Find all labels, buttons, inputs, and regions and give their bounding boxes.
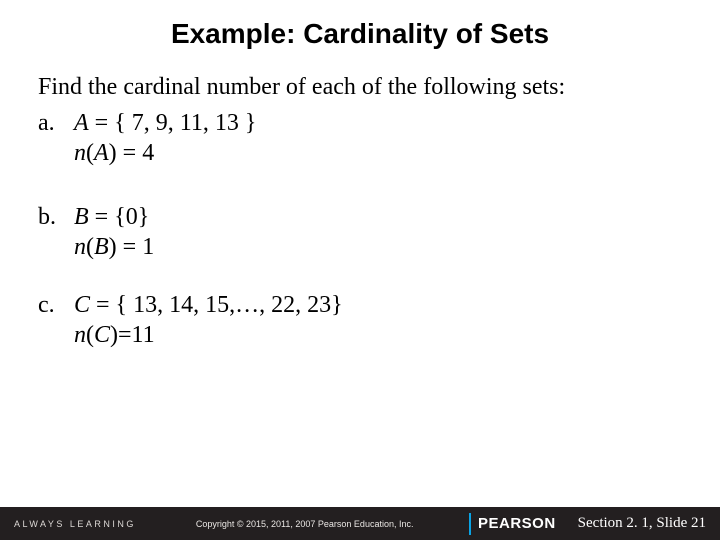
set-definition: = { 7, 9, 11, 13 } xyxy=(89,110,257,136)
set-variable: A xyxy=(74,110,89,136)
n-function: n xyxy=(74,322,86,348)
pearson-logo: PEARSON xyxy=(469,513,556,535)
set-variable: C xyxy=(74,292,90,318)
n-function: n xyxy=(74,140,86,166)
list-item: a. A = { 7, 9, 11, 13 } n(A) = 4 xyxy=(38,108,698,168)
n-value: ) = 4 xyxy=(109,140,155,166)
item-marker: a. xyxy=(38,108,74,138)
n-variable: C xyxy=(94,322,110,348)
item-marker: c. xyxy=(38,290,74,320)
item-cardinality: n(B) = 1 xyxy=(74,232,698,262)
item-cardinality: n(A) = 4 xyxy=(74,138,698,168)
n-variable: A xyxy=(94,140,109,166)
slide-body: Find the cardinal number of each of the … xyxy=(0,72,720,507)
slide-number: Section 2. 1, Slide 21 xyxy=(578,515,706,532)
copyright-text: Copyright © 2015, 2011, 2007 Pearson Edu… xyxy=(196,519,414,529)
n-value: ) = 1 xyxy=(109,234,155,260)
list-item: b. B = {0} n(B) = 1 xyxy=(38,202,698,262)
item-set: C = { 13, 14, 15,…, 22, 23} xyxy=(74,290,698,320)
slide: Example: Cardinality of Sets Find the ca… xyxy=(0,0,720,540)
item-marker: b. xyxy=(38,202,74,232)
set-definition: = {0} xyxy=(89,204,150,230)
always-learning-text: ALWAYS LEARNING xyxy=(14,519,136,529)
footer-bar: ALWAYS LEARNING Copyright © 2015, 2011, … xyxy=(0,507,720,540)
n-variable: B xyxy=(94,234,109,260)
slide-title: Example: Cardinality of Sets xyxy=(0,18,720,50)
n-function: n xyxy=(74,234,86,260)
item-cardinality: n(C)=11 xyxy=(74,320,698,350)
intro-text: Find the cardinal number of each of the … xyxy=(38,72,698,102)
set-variable: B xyxy=(74,204,89,230)
item-set: A = { 7, 9, 11, 13 } xyxy=(74,108,698,138)
pearson-bar-icon xyxy=(469,513,471,535)
item-set: B = {0} xyxy=(74,202,698,232)
list-item: c. C = { 13, 14, 15,…, 22, 23} n(C)=11 xyxy=(38,290,698,350)
set-definition: = { 13, 14, 15,…, 22, 23} xyxy=(90,292,343,318)
pearson-wordmark: PEARSON xyxy=(478,515,556,532)
n-value: )=11 xyxy=(110,322,155,348)
